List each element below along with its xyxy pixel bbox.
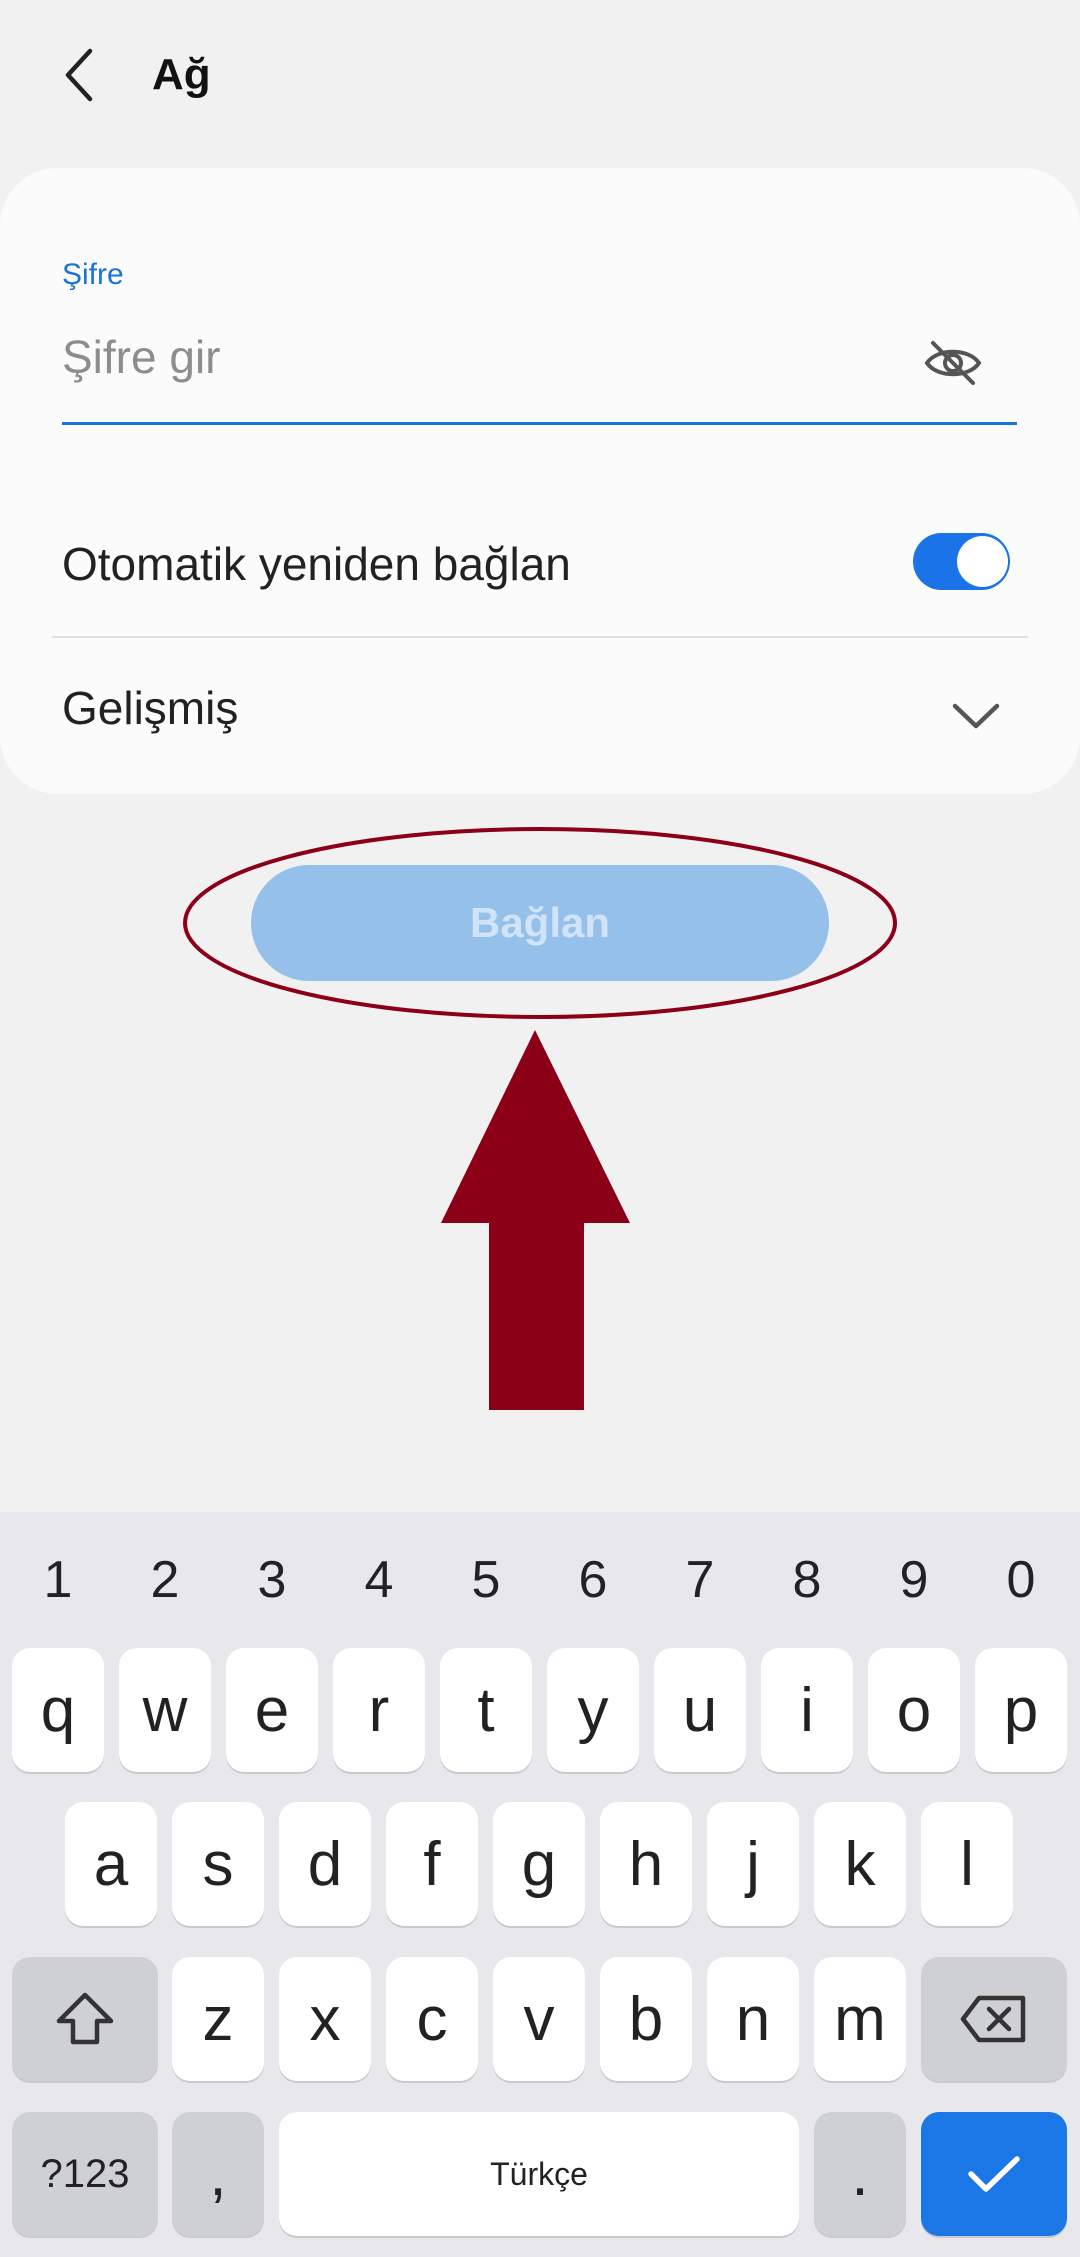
number-key[interactable]: 3	[232, 1545, 312, 1615]
shift-key[interactable]	[12, 1957, 158, 2081]
key-y[interactable]: y	[547, 1648, 639, 1772]
number-key[interactable]: 7	[660, 1545, 740, 1615]
enter-key[interactable]	[921, 2112, 1067, 2236]
number-key[interactable]: 8	[767, 1545, 847, 1615]
period-key[interactable]: .	[814, 2112, 906, 2236]
number-key[interactable]: 4	[339, 1545, 419, 1615]
key-b[interactable]: b	[600, 1957, 692, 2081]
key-e[interactable]: e	[226, 1648, 318, 1772]
space-label: Türkçe	[490, 2155, 588, 2192]
key-n[interactable]: n	[707, 1957, 799, 2081]
key-w[interactable]: w	[119, 1648, 211, 1772]
key-c[interactable]: c	[386, 1957, 478, 2081]
key-m[interactable]: m	[814, 1957, 906, 2081]
key-g[interactable]: g	[493, 1802, 585, 1926]
comma-key[interactable]: ,	[172, 2112, 264, 2236]
key-a[interactable]: a	[65, 1802, 157, 1926]
key-j[interactable]: j	[707, 1802, 799, 1926]
number-key[interactable]: 2	[125, 1545, 205, 1615]
backspace-icon	[960, 1995, 1026, 2043]
symbols-label: ?123	[40, 2151, 130, 2196]
key-l[interactable]: l	[921, 1802, 1013, 1926]
comma-label: ,	[209, 2139, 227, 2209]
key-d[interactable]: d	[279, 1802, 371, 1926]
key-s[interactable]: s	[172, 1802, 264, 1926]
highlight-ellipse	[183, 827, 897, 1019]
key-x[interactable]: x	[279, 1957, 371, 2081]
number-key[interactable]: 9	[874, 1545, 954, 1615]
number-key[interactable]: 6	[553, 1545, 633, 1615]
key-q[interactable]: q	[12, 1648, 104, 1772]
key-t[interactable]: t	[440, 1648, 532, 1772]
key-p[interactable]: p	[975, 1648, 1067, 1772]
number-key[interactable]: 5	[446, 1545, 526, 1615]
number-key[interactable]: 0	[981, 1545, 1061, 1615]
key-i[interactable]: i	[761, 1648, 853, 1772]
key-u[interactable]: u	[654, 1648, 746, 1772]
number-key[interactable]: 1	[18, 1545, 98, 1615]
key-r[interactable]: r	[333, 1648, 425, 1772]
annotation-overlay	[183, 827, 897, 1410]
key-f[interactable]: f	[386, 1802, 478, 1926]
checkmark-icon	[968, 2156, 1020, 2192]
key-z[interactable]: z	[172, 1957, 264, 2081]
symbols-key[interactable]: ?123	[12, 2112, 158, 2236]
key-o[interactable]: o	[868, 1648, 960, 1772]
backspace-key[interactable]	[921, 1957, 1067, 2081]
shift-icon	[56, 1992, 114, 2045]
period-label: .	[851, 2139, 869, 2209]
space-key[interactable]: Türkçe	[279, 2112, 799, 2236]
arrow-up-icon	[441, 1030, 630, 1410]
key-k[interactable]: k	[814, 1802, 906, 1926]
key-h[interactable]: h	[600, 1802, 692, 1926]
key-v[interactable]: v	[493, 1957, 585, 2081]
